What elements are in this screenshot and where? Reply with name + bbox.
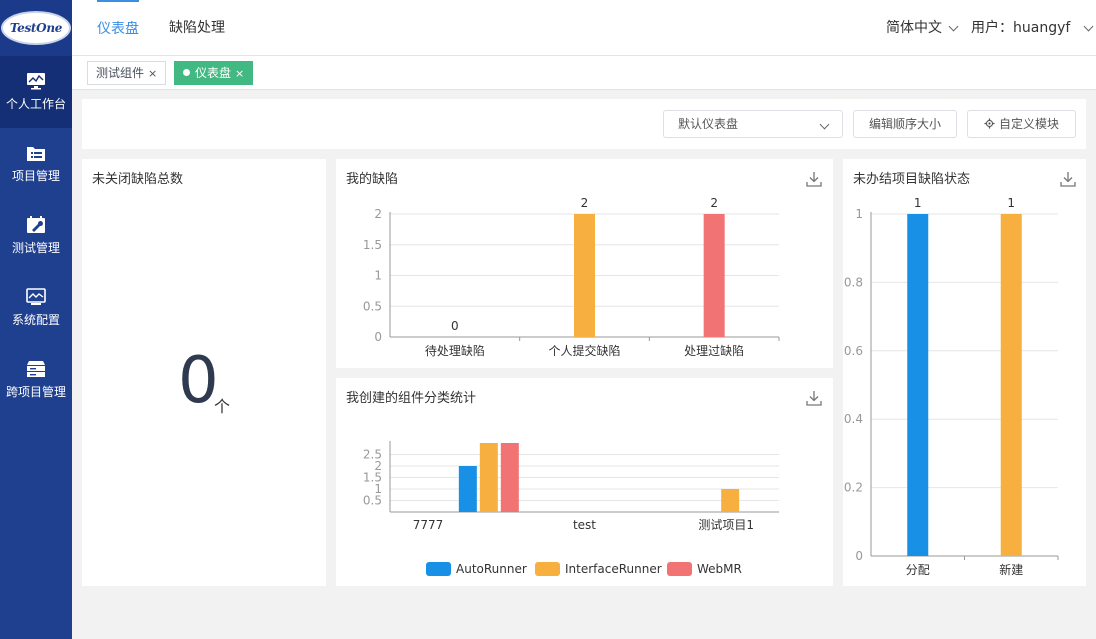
x-tick-label: 处理过缺陷 — [684, 343, 744, 358]
y-tick-label: 1 — [374, 269, 382, 283]
legend-swatch — [426, 562, 451, 576]
sidebar-item-label: 测试管理 — [11, 241, 60, 255]
dashboard-toolbar: 默认仪表盘 编辑顺序大小 自定义模块 — [82, 99, 1086, 149]
edit-order-size-button[interactable]: 编辑顺序大小 — [853, 110, 957, 138]
y-tick-label: 0.5 — [363, 299, 382, 313]
gear-icon — [984, 118, 995, 129]
folder-list-icon — [27, 147, 45, 161]
sidebar-item-cross-project[interactable]: 跨项目管理 — [0, 344, 72, 416]
legend-swatch — [535, 562, 560, 576]
data-label: 1 — [914, 196, 922, 210]
y-tick-label: 1 — [855, 207, 863, 221]
tab-dashboard[interactable]: 仪表盘 — [97, 0, 139, 56]
card-title: 未关闭缺陷总数 — [92, 172, 184, 187]
x-tick-label: 待处理缺陷 — [425, 343, 485, 358]
bar — [1000, 214, 1022, 556]
project-defect-status-card: 未办结项目缺陷状态 0 0.2 0.4 0.6 0.8 1 1 分配 1 新建 — [843, 159, 1086, 586]
active-dot-icon — [183, 69, 190, 76]
chevron-down-icon — [1083, 21, 1094, 31]
top-header: 仪表盘 缺陷处理 简体中文 用户：huangyf — [72, 0, 1096, 56]
bar — [721, 489, 740, 512]
close-icon[interactable]: × — [148, 67, 157, 80]
legend-label: AutoRunner — [456, 562, 527, 576]
logo: TestOne — [0, 0, 72, 56]
y-tick-label: 2 — [374, 207, 382, 221]
data-label: 2 — [710, 196, 718, 210]
x-tick-label: 7777 — [413, 518, 444, 532]
page-tab-test-components[interactable]: 测试组件 × — [87, 61, 167, 85]
y-tick-label: 0 — [855, 549, 863, 563]
legend-label: WebMR — [697, 562, 742, 576]
server-stack-icon — [27, 361, 45, 377]
component-stats-card: 我创建的组件分类统计 0.5 1 1.5 2 2.5 7777 test 测试项目1 AutoR… — [336, 378, 833, 586]
dashboard-select-value: 默认仪表盘 — [678, 117, 739, 131]
component-stats-chart: 0.511.522.57777 test 测试项目1AutoRunner Interf… — [363, 441, 779, 576]
y-tick-label: 0 — [374, 330, 382, 344]
sidebar-item-label: 系统配置 — [11, 313, 60, 327]
my-defects-card: 我的缺陷 0 0.5 1 1.5 2 0 待处理缺陷 2 个人提交缺陷 2 处理过缺陷 — [336, 159, 833, 368]
sidebar-item-system-config[interactable]: 系统配置 — [0, 272, 72, 344]
bar — [574, 214, 595, 337]
bar — [907, 214, 929, 556]
bar — [458, 466, 477, 512]
x-tick-label: 分配 — [906, 563, 930, 577]
bar — [703, 214, 725, 337]
sidebar-item-label: 项目管理 — [11, 169, 60, 183]
user-label: 用户：huangyf — [971, 20, 1071, 36]
sidebar-item-projects[interactable]: 项目管理 — [0, 128, 72, 200]
tab-defect-handling[interactable]: 缺陷处理 — [169, 0, 225, 56]
page-tab-bar: 测试组件 × 仪表盘 × — [72, 56, 1096, 90]
sidebar-item-label: 个人工作台 — [5, 97, 66, 111]
bar — [479, 443, 498, 512]
x-tick-label: test — [573, 518, 596, 532]
wrench-calendar-icon — [27, 216, 45, 233]
logo-badge: TestOne — [1, 11, 71, 45]
data-label: 1 — [1007, 196, 1015, 210]
y-tick-label: 0.2 — [844, 481, 863, 495]
unclosed-defects-count: 0 — [178, 344, 219, 418]
x-tick-label: 新建 — [999, 562, 1023, 577]
y-tick-label: 0.8 — [844, 275, 863, 289]
my-defects-chart: 0 0.5 1 1.5 2 0 待处理缺陷 2 个人提交缺陷 2 处理过缺陷 — [363, 196, 780, 358]
dashboard-select[interactable]: 默认仪表盘 — [663, 110, 843, 138]
data-label: 0 — [451, 319, 459, 333]
page-tab-dashboard[interactable]: 仪表盘 × — [174, 61, 254, 85]
chevron-down-icon — [819, 119, 830, 130]
sidebar-item-testing[interactable]: 测试管理 — [0, 200, 72, 272]
sidebar-item-workbench[interactable]: 个人工作台 — [0, 56, 72, 128]
x-tick-label: 测试项目1 — [698, 517, 754, 532]
legend-label: InterfaceRunner — [565, 562, 662, 576]
x-tick-label: 个人提交缺陷 — [548, 343, 620, 358]
sidebar: TestOne 个人工作台 项目管理 测试管理 系统配置 跨项目管理 — [0, 0, 72, 639]
user-menu[interactable]: 用户：huangyf — [971, 0, 1094, 56]
bar — [500, 443, 519, 512]
settings-monitor-icon — [26, 288, 46, 305]
y-tick-label: 1.5 — [363, 238, 382, 252]
chevron-down-icon — [948, 21, 959, 31]
customize-modules-button[interactable]: 自定义模块 — [967, 110, 1076, 138]
customize-modules-label: 自定义模块 — [998, 117, 1059, 131]
legend-swatch — [667, 562, 692, 576]
language-label: 简体中文 — [886, 20, 942, 36]
dashboard-monitor-icon — [27, 73, 45, 90]
close-icon[interactable]: × — [235, 67, 244, 80]
unclosed-defects-card: 未关闭缺陷总数 0 个 — [82, 159, 326, 586]
y-tick-label: 0.4 — [844, 412, 863, 426]
y-tick-label: 0.6 — [844, 344, 863, 358]
page-tab-label: 仪表盘 — [195, 66, 232, 80]
sidebar-item-label: 跨项目管理 — [5, 385, 66, 399]
logo-text: TestOne — [9, 21, 63, 35]
language-switcher[interactable]: 简体中文 — [886, 0, 959, 56]
y-tick-label: 2.5 — [363, 448, 382, 462]
page-tab-label: 测试组件 — [96, 66, 145, 80]
unclosed-defects-unit: 个 — [214, 397, 231, 416]
data-label: 2 — [581, 196, 589, 210]
project-defect-status-chart: 0 0.2 0.4 0.6 0.8 1 1 分配 1 新建 — [844, 196, 1059, 577]
